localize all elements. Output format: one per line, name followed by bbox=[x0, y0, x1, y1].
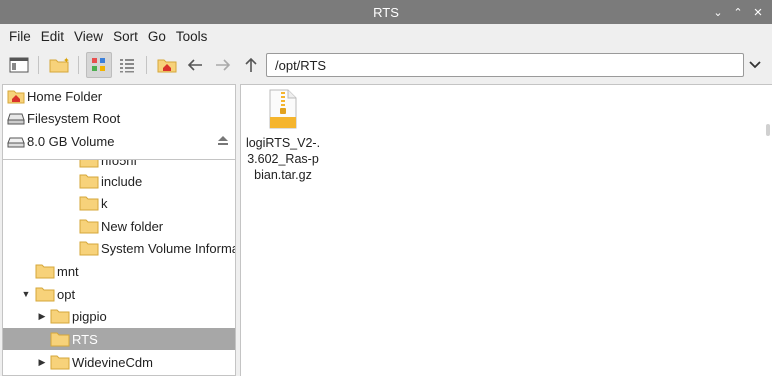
tree-node-label: WidevineCdm bbox=[72, 354, 153, 370]
tree-node-label: nfo5nf bbox=[101, 160, 138, 168]
new-window-button[interactable] bbox=[6, 52, 32, 78]
folder-icon bbox=[50, 308, 70, 324]
new-window-icon bbox=[9, 57, 29, 73]
tree-node[interactable]: New folder bbox=[3, 215, 235, 237]
expander-open-icon[interactable]: ▼ bbox=[21, 283, 31, 305]
folder-icon bbox=[50, 354, 70, 370]
back-button[interactable] bbox=[182, 52, 208, 78]
icon-view-button[interactable] bbox=[86, 52, 112, 78]
tree-node-label: pigpio bbox=[72, 308, 107, 324]
forward-button[interactable] bbox=[210, 52, 236, 78]
folder-icon bbox=[79, 160, 99, 168]
up-button[interactable] bbox=[238, 52, 264, 78]
tree-node[interactable]: include bbox=[3, 170, 235, 192]
place-label: Filesystem Root bbox=[27, 110, 121, 126]
new-folder-icon: ✦ bbox=[49, 56, 69, 73]
folder-icon bbox=[79, 195, 99, 211]
list-view-button[interactable] bbox=[114, 52, 140, 78]
chevron-down-icon bbox=[749, 61, 761, 69]
folder-icon bbox=[79, 218, 99, 234]
list-view-icon bbox=[120, 59, 134, 73]
file-view: logiRTS_V2-.3.602_Ras-pbian.tar.gz bbox=[240, 84, 772, 376]
home-folder-icon bbox=[7, 88, 25, 104]
place-8gb-volume[interactable]: 8.0 GB Volume bbox=[3, 130, 235, 152]
tree-node-label: New folder bbox=[101, 218, 164, 234]
minimize-button[interactable]: ⌄ bbox=[708, 0, 728, 24]
tree-node-selected[interactable]: RTS bbox=[3, 328, 235, 350]
home-icon bbox=[157, 59, 177, 73]
file-name: logiRTS_V2-.3.602_Ras-pbian.tar.gz bbox=[245, 136, 321, 182]
toolbar-separator bbox=[78, 56, 79, 74]
title-bar: RTS ⌄ ⌃ × bbox=[0, 0, 772, 24]
tree-node[interactable]: ▶ pigpio bbox=[3, 305, 235, 327]
forward-arrow-icon bbox=[216, 59, 231, 71]
window-title: RTS bbox=[373, 4, 399, 20]
close-button[interactable]: × bbox=[748, 0, 768, 24]
tree-node-label: opt bbox=[57, 286, 76, 302]
folder-icon bbox=[50, 331, 70, 347]
tree-node-label: include bbox=[101, 173, 143, 189]
menu-edit[interactable]: Edit bbox=[36, 29, 69, 44]
path-text: /opt/RTS bbox=[275, 57, 327, 73]
maximize-button[interactable]: ⌃ bbox=[728, 0, 748, 24]
toolbar-separator bbox=[38, 56, 39, 74]
eject-icon bbox=[218, 136, 228, 145]
menu-tools[interactable]: Tools bbox=[171, 29, 213, 44]
icon-view-icon bbox=[92, 58, 105, 71]
home-button[interactable] bbox=[154, 52, 180, 78]
archive-file-icon bbox=[269, 89, 297, 129]
path-bar[interactable]: /opt/RTS bbox=[266, 53, 744, 77]
tree-node[interactable]: k bbox=[3, 192, 235, 214]
svg-text:✦: ✦ bbox=[63, 56, 69, 65]
place-label: 8.0 GB Volume bbox=[27, 133, 115, 149]
scrollbar[interactable] bbox=[766, 124, 770, 136]
tree-node-label: System Volume Informa bbox=[101, 240, 235, 256]
place-home-folder[interactable]: Home Folder bbox=[3, 85, 235, 107]
tree-node[interactable]: System Volume Informa bbox=[3, 237, 235, 259]
tree-node[interactable]: mnt bbox=[3, 260, 235, 282]
folder-icon bbox=[35, 286, 55, 302]
menu-bar: File Edit View Sort Go Tools bbox=[0, 24, 772, 48]
place-label: Home Folder bbox=[27, 88, 103, 104]
drive-icon bbox=[7, 110, 25, 126]
menu-file[interactable]: File bbox=[4, 29, 36, 44]
file-item[interactable]: logiRTS_V2-.3.602_Ras-pbian.tar.gz bbox=[245, 89, 321, 185]
new-folder-button[interactable]: ✦ bbox=[46, 52, 72, 78]
directory-tree: nfo5nf include k New folder System Volum… bbox=[3, 160, 235, 375]
side-panel: Home Folder Filesystem Root 8.0 GB Volum… bbox=[2, 84, 236, 376]
tree-node-label: RTS bbox=[72, 331, 98, 347]
path-dropdown-button[interactable] bbox=[744, 53, 766, 77]
removable-drive-icon bbox=[7, 133, 25, 149]
tree-node[interactable]: ▶ WidevineCdm bbox=[3, 351, 235, 373]
tree-node[interactable]: ▼ opt bbox=[3, 283, 235, 305]
tree-node-label: k bbox=[101, 195, 108, 211]
tree-node-label: mnt bbox=[57, 263, 79, 279]
menu-view[interactable]: View bbox=[69, 29, 108, 44]
menu-sort[interactable]: Sort bbox=[108, 29, 143, 44]
up-arrow-icon bbox=[245, 57, 257, 72]
toolbar-separator bbox=[146, 56, 147, 74]
folder-icon bbox=[79, 240, 99, 256]
expander-closed-icon[interactable]: ▶ bbox=[37, 351, 47, 373]
expander-closed-icon[interactable]: ▶ bbox=[37, 305, 47, 327]
folder-icon bbox=[79, 173, 99, 189]
place-filesystem-root[interactable]: Filesystem Root bbox=[3, 107, 235, 129]
back-arrow-icon bbox=[187, 59, 202, 71]
folder-icon bbox=[35, 263, 55, 279]
menu-go[interactable]: Go bbox=[143, 29, 171, 44]
eject-button[interactable] bbox=[217, 134, 229, 149]
